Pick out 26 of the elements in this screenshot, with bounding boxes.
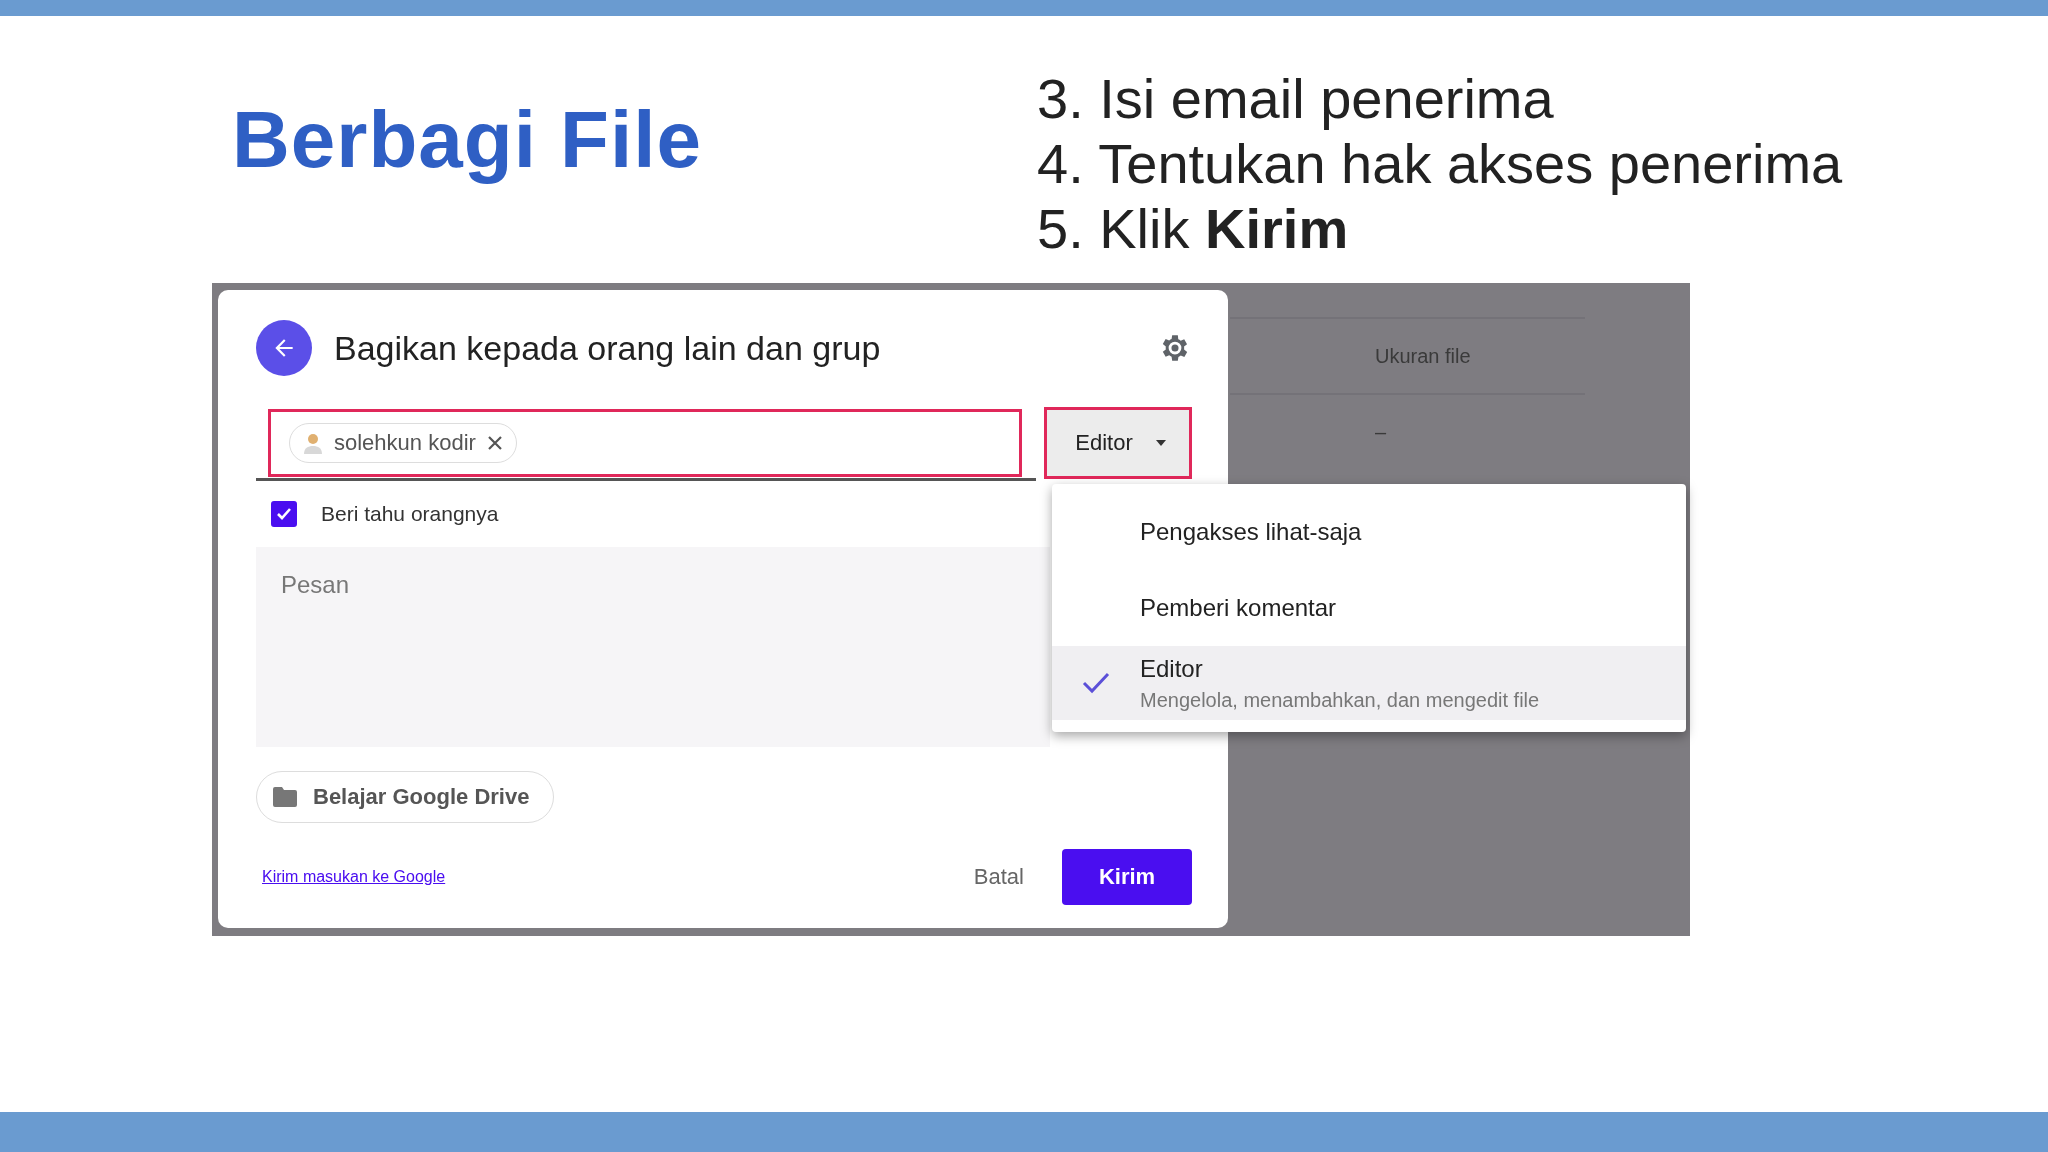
column-header: Ukuran file [1375, 344, 1471, 368]
folder-icon [273, 787, 297, 807]
recipient-name: solehkun kodir [334, 430, 476, 456]
slide-title: Berbagi File [232, 94, 703, 186]
menu-item-description: Mengelola, menambahkan, dan mengedit file [1140, 688, 1540, 712]
menu-item[interactable]: Editor Mengelola, menambahkan, dan mengedit file [1052, 646, 1686, 720]
avatar-icon [302, 432, 324, 454]
checkbox-label: Beri tahu orangnya [321, 502, 499, 526]
caret-icon [1154, 439, 1167, 447]
menu-item[interactable]: Pemberi komentar [1052, 570, 1686, 646]
step-text: 5. Klik Kirim [1037, 196, 1350, 261]
checkbox[interactable] [271, 501, 297, 527]
step-text: 3. Isi email penerima [1037, 66, 1555, 131]
recipient-field[interactable]: solehkun kodir [268, 409, 1023, 477]
close-icon[interactable] [485, 434, 504, 452]
step-text: 4. Tentukan hak akses penerima [1037, 131, 1843, 196]
table-cell: – [1375, 420, 1387, 444]
message-field[interactable]: Pesan [256, 547, 1050, 747]
menu-item[interactable]: Pengakses lihat-saja [1052, 494, 1686, 570]
cancel-button[interactable]: Batal [963, 854, 1034, 900]
dialog-title: Bagikan kepada orang lain dan grup [334, 328, 882, 368]
send-button[interactable]: Kirim [1062, 849, 1192, 905]
check-icon [1081, 671, 1111, 695]
feedback-link[interactable]: Kirim masukan ke Google [262, 868, 446, 886]
role-dropdown[interactable]: Editor [1044, 407, 1192, 479]
back-button[interactable] [256, 320, 312, 376]
